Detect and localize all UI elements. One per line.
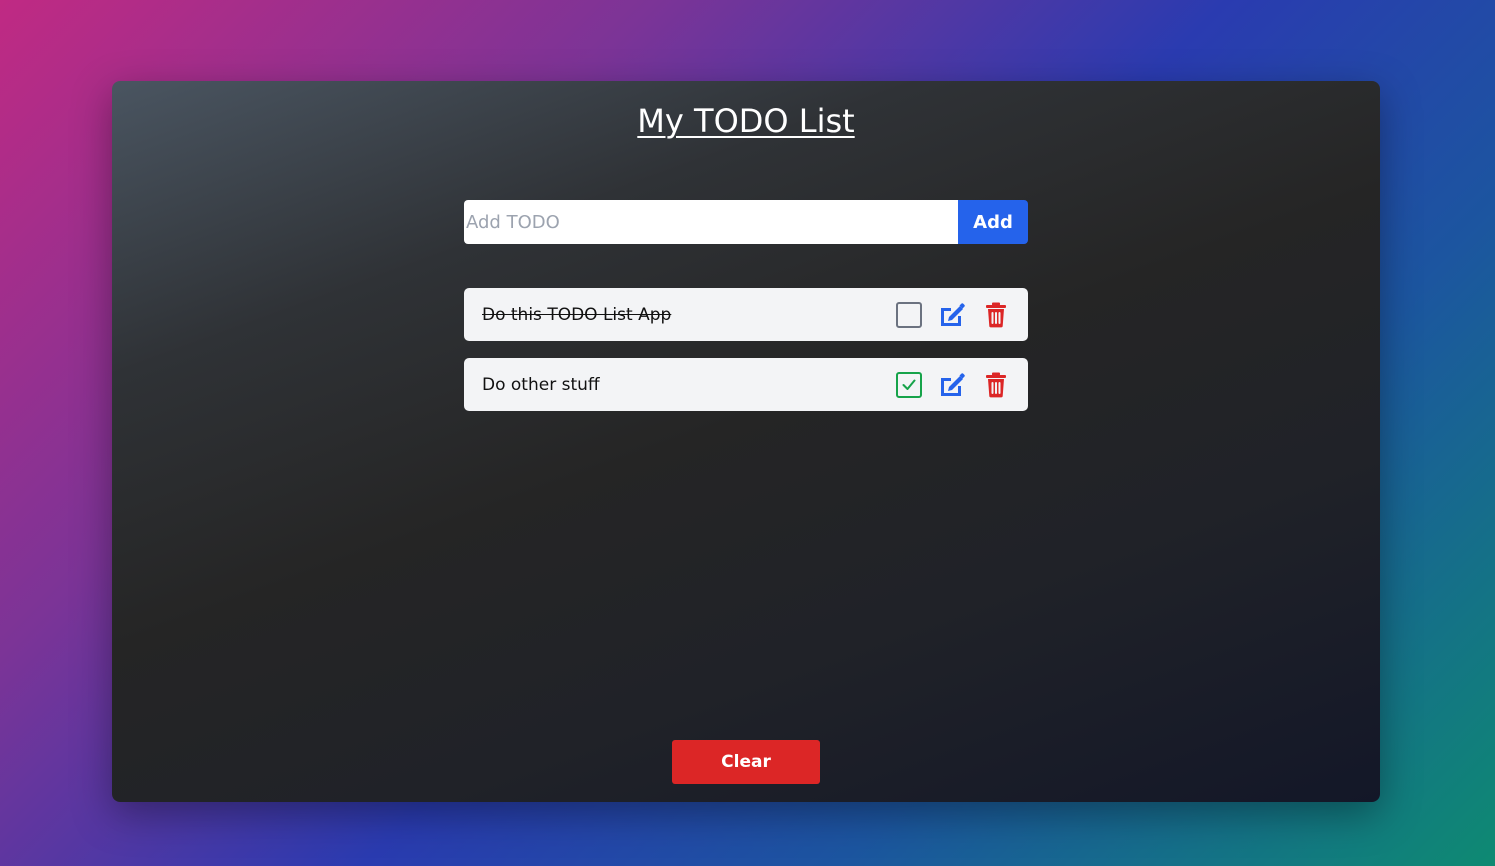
todo-item: Do this TODO List App: [464, 288, 1028, 341]
page-title: My TODO List: [637, 102, 855, 140]
todo-item: Do other stuff: [464, 358, 1028, 411]
todo-list: Do this TODO List App Do other stuff: [464, 288, 1028, 428]
add-todo-form: Add: [464, 200, 1028, 244]
clear-button[interactable]: Clear: [672, 740, 820, 784]
complete-checkbox[interactable]: [896, 371, 922, 398]
trash-icon[interactable]: [982, 371, 1010, 399]
todo-actions: [896, 371, 1010, 399]
checkmark-icon: [902, 379, 916, 390]
add-button[interactable]: Add: [958, 200, 1028, 244]
todo-panel: My TODO List Add Do this TODO List App: [112, 81, 1380, 802]
edit-icon[interactable]: [938, 301, 966, 329]
edit-icon[interactable]: [938, 371, 966, 399]
todo-actions: [896, 301, 1010, 329]
trash-icon[interactable]: [982, 301, 1010, 329]
add-todo-input[interactable]: [464, 200, 958, 244]
complete-checkbox[interactable]: [896, 301, 922, 328]
todo-text: Do this TODO List App: [482, 304, 672, 325]
todo-text: Do other stuff: [482, 374, 600, 395]
